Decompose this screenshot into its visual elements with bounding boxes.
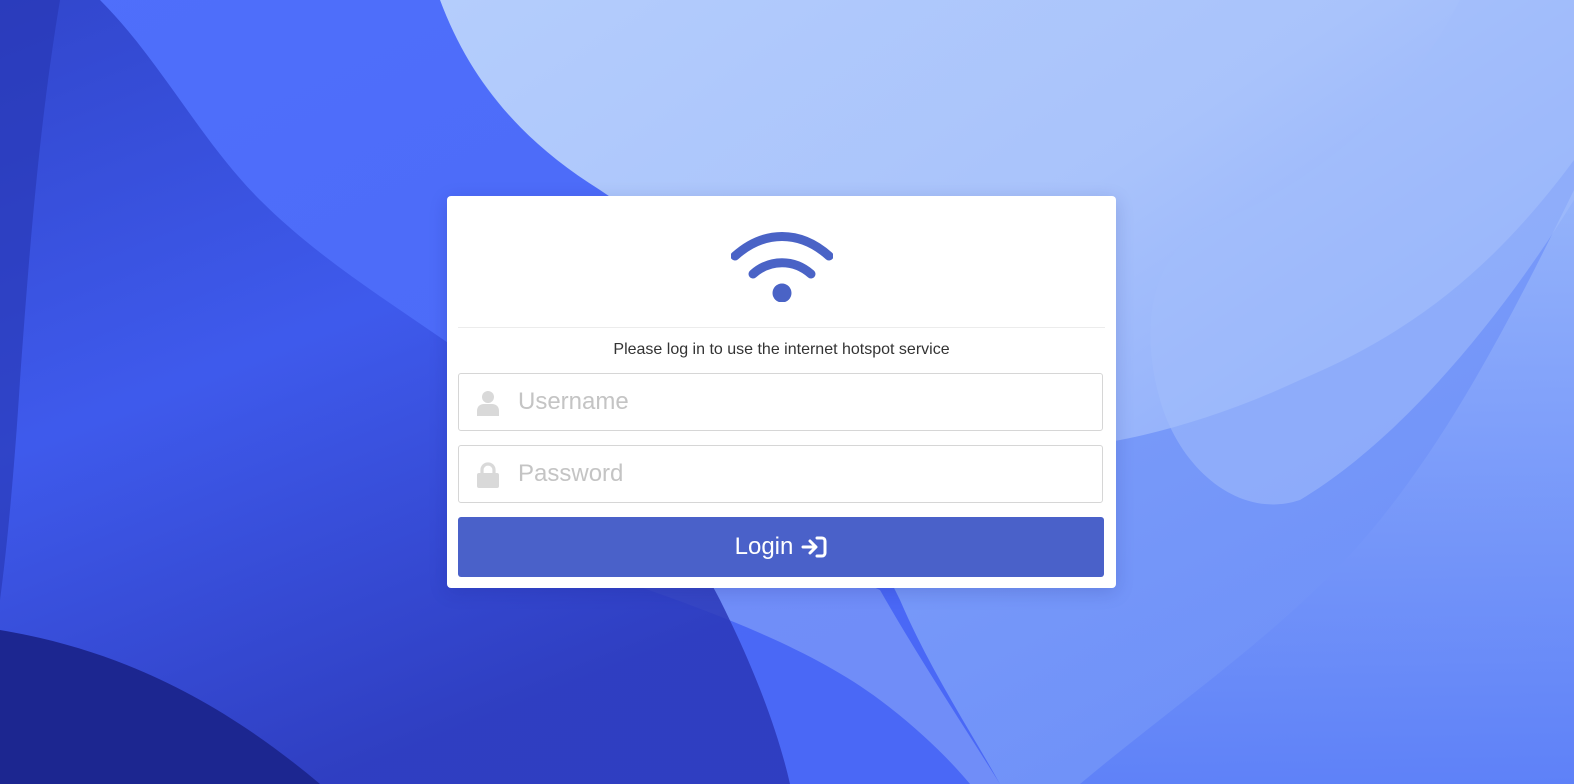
username-field-group — [458, 373, 1103, 431]
lock-icon — [477, 462, 499, 488]
sign-in-icon — [801, 536, 827, 558]
wifi-icon — [731, 232, 833, 302]
login-card: Please log in to use the internet hotspo… — [447, 196, 1116, 588]
logo-area — [447, 196, 1116, 327]
password-input[interactable] — [518, 446, 1088, 502]
user-icon — [477, 391, 499, 416]
login-button[interactable]: Login — [458, 517, 1104, 577]
login-instructions: Please log in to use the internet hotspo… — [613, 341, 950, 358]
password-field-group — [458, 445, 1103, 503]
login-button-label: Login — [734, 533, 794, 560]
username-input[interactable] — [518, 374, 1088, 430]
divider — [458, 327, 1105, 328]
